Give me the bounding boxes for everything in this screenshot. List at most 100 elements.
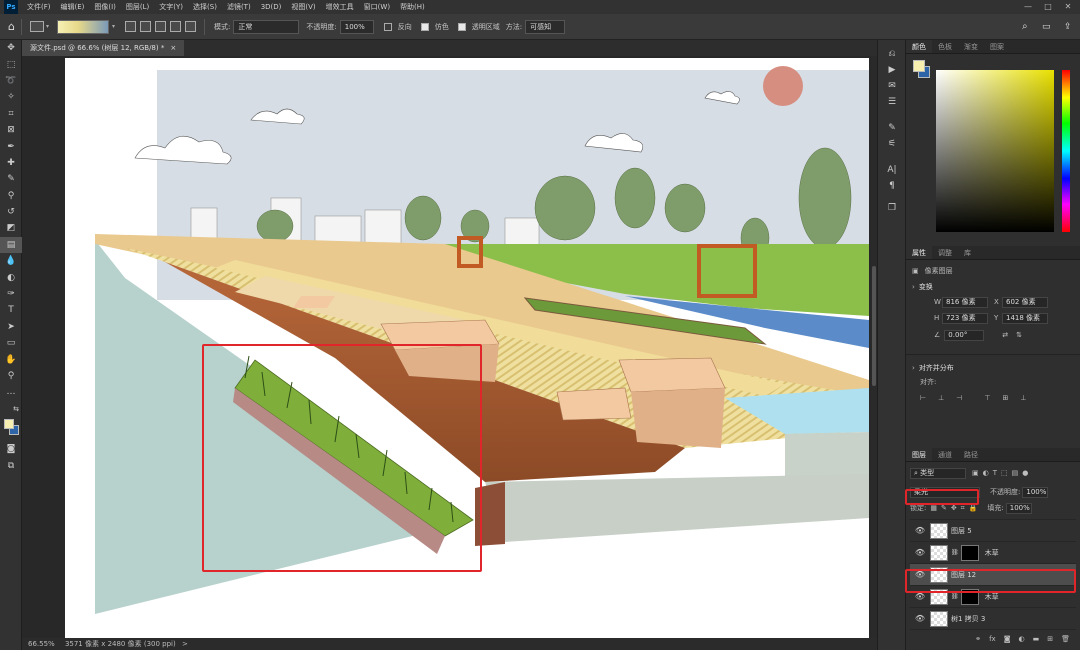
search-icon[interactable]: ⌕ (1022, 21, 1028, 32)
adjust-icon[interactable]: ⚟ (878, 136, 906, 152)
align-chevron-icon[interactable]: › (912, 364, 915, 372)
adjustment-layer-icon[interactable]: ◐ (1019, 635, 1025, 643)
angle-field[interactable]: 0.00° (944, 329, 985, 341)
maximize-button[interactable]: □ (1038, 0, 1058, 14)
layer-mask-thumbnail[interactable] (960, 544, 979, 561)
linear-gradient-button[interactable] (125, 21, 137, 32)
tab-paths[interactable]: 路径 (958, 448, 984, 461)
fx-icon[interactable]: fx (989, 635, 996, 643)
menu-item[interactable]: 帮助(H) (395, 0, 430, 14)
new-layer-icon[interactable]: ⊞ (1047, 635, 1053, 643)
hue-slider[interactable] (1062, 70, 1070, 232)
clone-stamp-tool-icon[interactable]: ⚲ (0, 188, 22, 204)
align-hcenter-icon[interactable]: ⊥ (938, 394, 944, 402)
gradient-tool-icon[interactable]: ▤ (0, 236, 22, 254)
x-field[interactable]: 602 像素 (1002, 296, 1048, 308)
align-vcenter-icon[interactable]: ⊞ (1002, 394, 1008, 402)
menu-item[interactable]: 选择(S) (188, 0, 222, 14)
layer-name[interactable]: 树1 拷贝 3 (951, 614, 985, 624)
dodge-tool-icon[interactable]: ◐ (0, 269, 22, 285)
eraser-tool-icon[interactable]: ◩ (0, 220, 22, 236)
libraries-icon[interactable]: ☰ (878, 94, 906, 110)
history-icon[interactable]: ⎌ (878, 46, 906, 62)
close-tab-icon[interactable]: × (170, 40, 176, 56)
reflected-gradient-button[interactable] (170, 21, 182, 32)
tab-libraries[interactable]: 库 (958, 246, 977, 259)
align-top-icon[interactable]: ⊤ (984, 394, 990, 402)
mask-link-icon[interactable]: ⛓ (951, 549, 959, 556)
menu-item[interactable]: 文件(F) (22, 0, 56, 14)
menu-item[interactable]: 编辑(E) (56, 0, 90, 14)
new-group-icon[interactable]: ▬ (1033, 635, 1040, 643)
eyedropper-tool-icon[interactable]: ✒ (0, 138, 22, 154)
y-field[interactable]: 1418 像素 (1002, 312, 1048, 324)
brush-tool-icon[interactable]: ✎ (0, 171, 22, 187)
crop-tool-icon[interactable]: ⌗ (0, 106, 22, 122)
diamond-gradient-button[interactable] (185, 21, 197, 32)
visibility-eye-icon[interactable]: 👁 (910, 592, 930, 601)
lasso-tool-icon[interactable]: ➰ (0, 73, 22, 89)
layer-thumbnail[interactable] (930, 610, 948, 627)
scrollbar-thumb[interactable] (872, 266, 876, 386)
layer-thumbnail[interactable] (930, 522, 948, 539)
close-window-button[interactable]: ✕ (1058, 0, 1078, 14)
menu-item[interactable]: 视图(V) (286, 0, 320, 14)
delete-layer-icon[interactable]: 🗑 (1061, 635, 1070, 643)
radial-gradient-button[interactable] (140, 21, 152, 32)
rectangle-tool-icon[interactable]: ▭ (0, 335, 22, 351)
character-icon[interactable]: A| (878, 162, 906, 178)
tab-layers[interactable]: 图层 (906, 448, 932, 461)
visibility-eye-icon[interactable]: 👁 (910, 548, 930, 557)
share-icon[interactable]: ⇪ (1064, 22, 1072, 32)
more-tools-icon[interactable]: … (0, 384, 22, 400)
tab-adjustments[interactable]: 调整 (932, 246, 958, 259)
tab-swatches[interactable]: 色板 (932, 40, 958, 53)
layer-filter-select[interactable]: ⌕ 类型 (910, 467, 966, 479)
swap-colors-icon[interactable]: ⇆ (0, 401, 22, 417)
brush-settings-icon[interactable]: ✎ (878, 120, 906, 136)
layer-name[interactable]: 木草 (985, 548, 999, 558)
chevron-down-icon[interactable]: ▾ (46, 23, 49, 30)
foreground-color-swatch[interactable] (4, 418, 14, 429)
menu-item[interactable]: 文字(Y) (154, 0, 188, 14)
add-mask-icon[interactable]: ◙ (1004, 635, 1011, 643)
color-field[interactable] (936, 70, 1054, 232)
frame-tool-icon[interactable]: ⊠ (0, 122, 22, 138)
align-bottom-icon[interactable]: ⊥ (1020, 394, 1026, 402)
magic-wand-tool-icon[interactable]: ✧ (0, 89, 22, 105)
layer-name[interactable]: 图层 5 (951, 526, 972, 536)
tab-gradients[interactable]: 渐变 (958, 40, 984, 53)
foreground-chip[interactable] (913, 60, 925, 72)
history-brush-tool-icon[interactable]: ↺ (0, 204, 22, 220)
hand-tool-icon[interactable]: ✋ (0, 351, 22, 367)
opacity-input[interactable]: 100% (339, 19, 374, 34)
pen-tool-icon[interactable]: ✑ (0, 286, 22, 302)
gradient-swatch[interactable] (57, 19, 109, 34)
flip-horizontal-icon[interactable]: ⇄ (1002, 331, 1008, 339)
color-swatches[interactable] (0, 417, 21, 441)
menu-item[interactable]: 图像(I) (89, 0, 121, 14)
menu-item[interactable]: 增效工具 (321, 0, 359, 14)
tab-properties[interactable]: 属性 (906, 246, 932, 259)
workspace-icon[interactable]: ▭ (1042, 22, 1051, 32)
layer-opacity-field[interactable]: 100% (1022, 486, 1049, 498)
comments-icon[interactable]: ✉ (878, 78, 906, 94)
layer-thumbnail[interactable] (930, 544, 948, 561)
filter-icons[interactable]: ▣◐T⬚▤● (972, 469, 1032, 477)
tool-preset-button[interactable] (29, 21, 44, 32)
type-tool-icon[interactable]: T (0, 302, 22, 318)
menu-item[interactable]: 3D(D) (256, 0, 287, 14)
zoom-tool-icon[interactable]: ⚲ (0, 368, 22, 384)
layer-row[interactable]: 👁 ⛓ 木草 (910, 542, 1076, 564)
tab-color[interactable]: 颜色 (906, 40, 932, 53)
width-field[interactable]: 816 像素 (942, 296, 988, 308)
align-right-icon[interactable]: ⊣ (956, 394, 962, 402)
layer-row[interactable]: 👁 树1 拷贝 3 (910, 608, 1076, 630)
transform-chevron-icon[interactable]: › (912, 283, 915, 291)
method-select[interactable]: 可感知 (525, 19, 566, 34)
marquee-tool-icon[interactable]: ⬚ (0, 56, 22, 72)
flip-vertical-icon[interactable]: ⇅ (1016, 331, 1022, 339)
fill-field[interactable]: 100% (1005, 502, 1032, 514)
blur-tool-icon[interactable]: 💧 (0, 253, 22, 269)
zoom-level[interactable]: 66.55% (28, 640, 55, 648)
